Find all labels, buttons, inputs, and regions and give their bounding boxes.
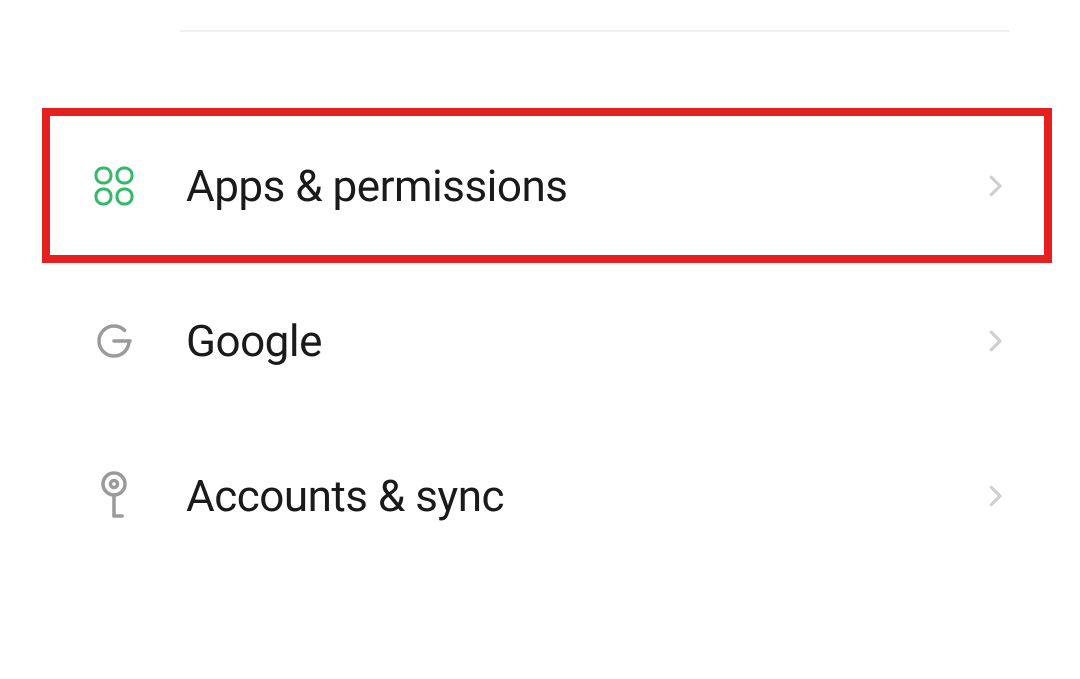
settings-item-label: Accounts & sync [186, 470, 980, 522]
settings-item-label: Apps & permissions [186, 160, 980, 212]
chevron-right-icon [980, 171, 1010, 201]
settings-list: Apps & permissions Google [0, 108, 1080, 573]
settings-item-google[interactable]: Google [0, 263, 1080, 418]
google-icon [90, 317, 138, 365]
settings-item-label: Google [186, 315, 980, 367]
key-icon [90, 472, 138, 520]
chevron-right-icon [980, 326, 1010, 356]
settings-item-apps-permissions[interactable]: Apps & permissions [0, 108, 1080, 263]
apps-icon [90, 162, 138, 210]
chevron-right-icon [980, 481, 1010, 511]
settings-item-accounts-sync[interactable]: Accounts & sync [0, 418, 1080, 573]
divider [180, 30, 1010, 32]
